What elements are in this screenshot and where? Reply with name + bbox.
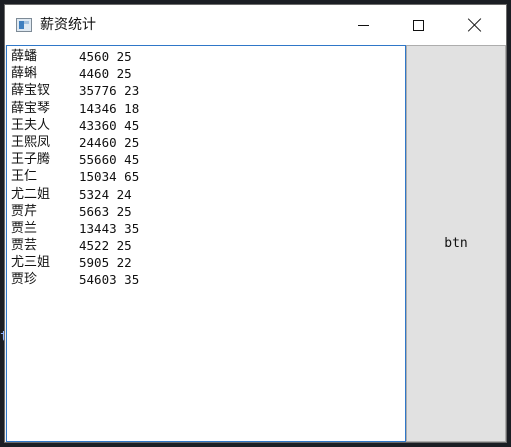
record-name: 贾兰 — [11, 220, 38, 236]
record-salary: 43360 — [79, 117, 117, 133]
record-age: 35 — [124, 220, 140, 236]
record-salary: 13443 — [79, 220, 117, 236]
window-title: 薪资统计 — [40, 17, 96, 33]
record-salary: 24460 — [79, 134, 117, 150]
record-age: 45 — [124, 117, 140, 133]
record-salary: 4460 — [79, 66, 110, 82]
record-name: 薛蟠 — [11, 49, 38, 64]
maximize-icon — [412, 19, 424, 31]
record-name: 薛宝琴 — [11, 100, 51, 116]
btn-button[interactable]: btn — [406, 45, 506, 442]
record-name: 王子腾 — [11, 152, 51, 168]
minimize-icon — [357, 24, 369, 26]
record-name: 王仁 — [11, 169, 38, 185]
salary-text-area[interactable]: 薛蟠 4560 25 薛蝌 4460 25 薛宝钗 35776 23 薛宝琴 14346 18… — [6, 45, 406, 442]
record-row: 贾兰 13443 35 — [11, 220, 405, 237]
record-row: 薛宝琴 14346 18 — [11, 100, 405, 117]
record-name: 尤三姐 — [11, 255, 51, 271]
record-salary: 54603 — [79, 272, 117, 288]
record-row: 薛蟠 4560 25 — [11, 48, 405, 65]
record-row: 薛宝钗 35776 23 — [11, 82, 405, 99]
record-row: 贾芹 5663 25 — [11, 203, 405, 220]
app-icon — [16, 18, 32, 32]
record-salary: 5905 — [79, 255, 110, 271]
maximize-button[interactable] — [395, 5, 441, 45]
record-salary: 4560 — [79, 49, 110, 64]
record-salary: 14346 — [79, 100, 117, 116]
main-window: 薪资统计 薛蟠 4560 25 薛蝌 4460 25 薛宝钗 35776 23 薛宝琴 143… — [4, 4, 507, 443]
record-salary: 15034 — [79, 169, 117, 185]
record-row: 尤三姐 5905 22 — [11, 254, 405, 271]
record-age: 65 — [124, 169, 140, 185]
record-age: 23 — [124, 83, 140, 99]
record-name: 贾芹 — [11, 203, 38, 219]
record-age: 25 — [116, 203, 132, 219]
record-salary: 5324 — [79, 186, 110, 202]
record-name: 贾珍 — [11, 272, 38, 288]
record-row: 薛蝌 4460 25 — [11, 65, 405, 82]
close-icon — [468, 18, 482, 32]
record-age: 25 — [124, 134, 140, 150]
record-row: 贾芸 4522 25 — [11, 237, 405, 254]
record-age: 18 — [124, 100, 140, 116]
record-name: 尤二姐 — [11, 186, 51, 202]
record-row: 王夫人 43360 45 — [11, 117, 405, 134]
record-age: 25 — [116, 66, 132, 82]
record-name: 贾芸 — [11, 238, 38, 254]
record-age: 45 — [124, 152, 140, 168]
record-salary: 4522 — [79, 238, 110, 254]
record-salary: 55660 — [79, 152, 117, 168]
record-name: 王夫人 — [11, 117, 51, 133]
record-age: 35 — [124, 272, 140, 288]
record-name: 王熙凤 — [11, 134, 51, 150]
record-age: 24 — [116, 186, 132, 202]
record-row: 贾珍 54603 35 — [11, 271, 405, 288]
record-salary: 35776 — [79, 83, 117, 99]
record-name: 薛宝钗 — [11, 83, 51, 99]
record-row: 王仁 15034 65 — [11, 168, 405, 185]
close-button[interactable] — [452, 5, 498, 45]
record-name: 薛蝌 — [11, 66, 38, 82]
record-age: 25 — [116, 49, 132, 64]
minimize-button[interactable] — [340, 5, 386, 45]
record-row: 王熙凤 24460 25 — [11, 134, 405, 151]
record-age: 25 — [116, 238, 132, 254]
record-row: 王子腾 55660 45 — [11, 151, 405, 168]
title-bar[interactable]: 薪资统计 — [5, 5, 506, 45]
record-age: 22 — [116, 255, 132, 271]
record-row: 尤二姐 5324 24 — [11, 186, 405, 203]
record-salary: 5663 — [79, 203, 110, 219]
